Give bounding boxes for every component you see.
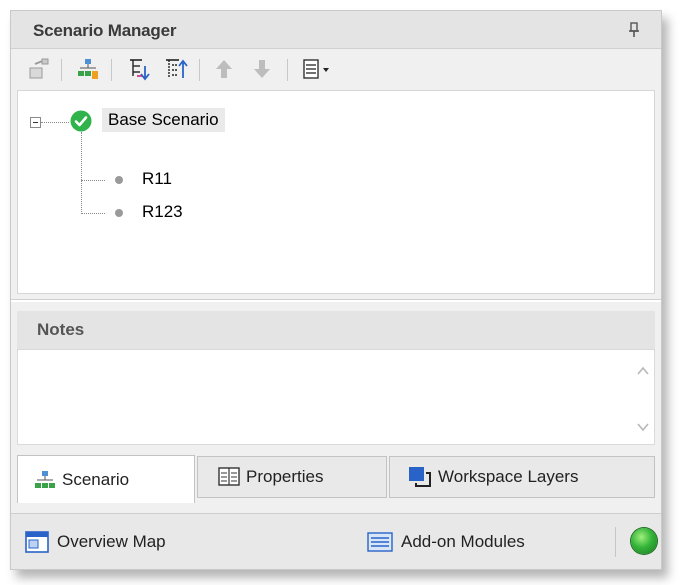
workspace-layers-icon (409, 467, 431, 487)
scroll-up-icon[interactable] (636, 364, 650, 378)
status-separator (615, 527, 616, 557)
collapse-expander-icon[interactable] (30, 117, 41, 128)
toolbar-separator (287, 59, 288, 81)
tab-scenario[interactable]: Scenario (17, 455, 195, 503)
move-down-icon[interactable] (249, 56, 275, 82)
panel-titlebar: Scenario Manager (11, 11, 661, 49)
tab-workspace-layers-label: Workspace Layers (438, 467, 579, 486)
overview-map-icon (25, 531, 49, 553)
toolbar (11, 49, 661, 89)
tree-connector (41, 122, 69, 123)
tab-properties[interactable]: Properties (197, 456, 387, 498)
toolbar-separator (61, 59, 62, 81)
status-indicator-icon[interactable] (631, 528, 657, 554)
toolbar-separator (111, 59, 112, 81)
pin-icon[interactable] (625, 21, 643, 39)
view-options-icon[interactable] (301, 56, 337, 82)
overview-map-button[interactable]: Overview Map (25, 529, 166, 555)
notes-textarea[interactable] (17, 349, 655, 445)
addon-modules-button[interactable]: Add-on Modules (367, 529, 525, 555)
properties-icon (218, 467, 240, 486)
panel-title: Scenario Manager (33, 21, 177, 40)
tree-connector (81, 180, 105, 181)
bullet-icon (115, 209, 123, 217)
notes-title: Notes (37, 320, 85, 339)
expand-tree-icon[interactable] (125, 56, 151, 82)
scenario-tree: Base Scenario R11 R123 (17, 90, 655, 294)
promote-scenario-icon[interactable] (25, 56, 51, 82)
splitter[interactable] (11, 299, 661, 302)
scenario-manager-panel: Scenario Manager Base Scenario R11 R123 … (10, 10, 662, 570)
tree-item-r123[interactable]: R123 (142, 202, 183, 222)
addon-modules-label: Add-on Modules (401, 532, 525, 551)
create-child-scenario-icon[interactable] (75, 56, 101, 82)
tree-connector (81, 132, 82, 214)
bullet-icon (115, 176, 123, 184)
scenario-tree-icon (35, 470, 55, 488)
tree-item-base-scenario[interactable]: Base Scenario (102, 108, 225, 132)
toolbar-separator (199, 59, 200, 81)
addon-modules-icon (367, 532, 393, 552)
tab-scenario-label: Scenario (62, 469, 130, 489)
checkmark-icon (70, 110, 92, 132)
scroll-down-icon[interactable] (636, 420, 650, 434)
tab-properties-label: Properties (246, 467, 324, 486)
notes-header: Notes (17, 311, 655, 349)
move-up-icon[interactable] (211, 56, 237, 82)
tree-item-r11[interactable]: R11 (142, 169, 172, 189)
tab-workspace-layers[interactable]: Workspace Layers (389, 456, 655, 498)
tree-connector (81, 213, 105, 214)
panel-tabs: Scenario Properties Workspace Layers (17, 451, 655, 503)
overview-map-label: Overview Map (57, 532, 166, 551)
collapse-tree-icon[interactable] (163, 56, 189, 82)
status-bar: Overview Map Add-on Modules (11, 513, 661, 569)
